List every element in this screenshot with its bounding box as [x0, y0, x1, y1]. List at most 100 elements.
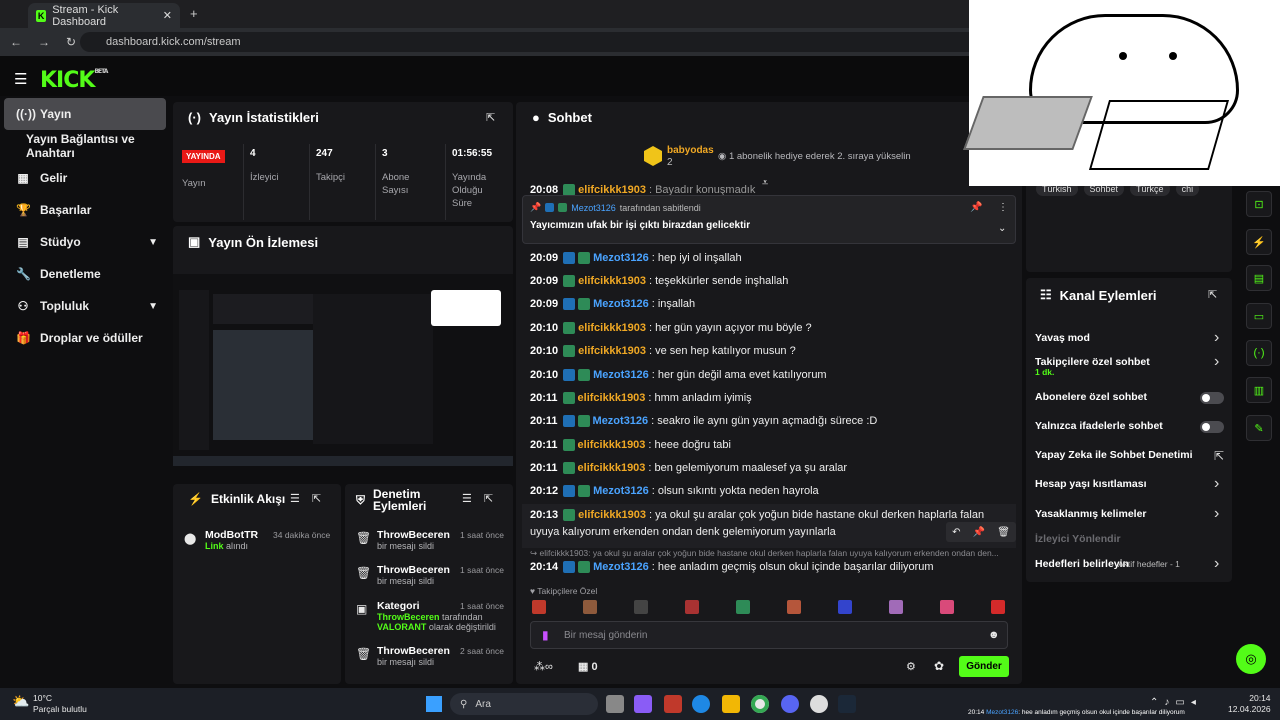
settings-icon[interactable]: ⚙ [906, 660, 916, 673]
taskbar-clock[interactable]: 20:14 12.04.2026 [1228, 693, 1271, 715]
chevron-right-icon[interactable]: › [1214, 555, 1219, 573]
store-points[interactable]: ▦ 0 [578, 660, 598, 673]
msg-time: 20:09 [530, 252, 559, 264]
gift-cta[interactable]: ◉ 1 abonelik hediye ederek 2. sıraya yük… [718, 151, 911, 162]
delete-icon[interactable]: 🗑 [997, 527, 1010, 538]
toggle-switch[interactable] [1200, 392, 1224, 404]
sidebar-item-topluluk[interactable]: ⚇ Topluluk ▼ [4, 290, 166, 322]
channel-action-item[interactable]: Yasaklanmış kelimeler [1035, 508, 1147, 520]
windows-start-icon[interactable] [426, 696, 442, 712]
popout-icon[interactable]: ⇱ [486, 111, 495, 124]
broadcast-icon[interactable]: (·) [1246, 340, 1272, 366]
emote-icon[interactable] [838, 600, 852, 614]
unpin-icon[interactable]: 📌 [970, 202, 982, 213]
tray-icons[interactable]: ⌃♪▭◂ [1150, 697, 1202, 708]
stat-live: YAYINDA Yayın [176, 144, 244, 220]
emote-icon[interactable] [736, 600, 750, 614]
more-icon[interactable]: ⋮ [998, 202, 1008, 213]
sidebar-item-basarilar[interactable]: 🏆 Başarılar [4, 194, 166, 226]
copilot-icon[interactable] [634, 695, 652, 713]
discord-icon[interactable] [781, 695, 799, 713]
channel-action-label: Hedefleri belirleyin [1035, 558, 1129, 570]
layout-icon[interactable]: ▥ [1246, 377, 1272, 403]
moderation-controls[interactable]: ☰⇱ [462, 492, 505, 505]
emote-picker-icon[interactable]: ✿ [934, 659, 944, 673]
support-icon[interactable]: ◎ [1236, 644, 1266, 674]
emote-icon[interactable] [685, 600, 699, 614]
taskview-icon[interactable] [606, 695, 624, 713]
browser-tab[interactable]: K Stream - Kick Dashboard ✕ [28, 3, 180, 28]
toggle-switch[interactable] [1200, 421, 1224, 433]
list-icon[interactable]: ▤ [1246, 265, 1272, 291]
channel-action-item[interactable]: Hedefleri belirleyin [1035, 558, 1129, 570]
bolt-icon[interactable]: ⚡ [1246, 229, 1272, 255]
emote-icon[interactable] [532, 600, 546, 614]
emote-icon[interactable] [940, 600, 954, 614]
channel-action-item[interactable]: Yavaş mod [1035, 332, 1090, 344]
chevron-right-icon[interactable]: › [1214, 505, 1219, 523]
msg-text: uyuya kalıyorum erkenden ondan denk gele… [530, 526, 836, 538]
channel-action-item[interactable]: Yapay Zeka ile Sohbet Denetimi [1035, 449, 1193, 461]
stat-value: 3 [382, 148, 388, 159]
chevron-down-icon[interactable]: ⌄ [998, 223, 1006, 234]
msg-user: Mezot3126 [593, 561, 649, 573]
msg-user: elifcikkk1903 [577, 462, 646, 474]
mod-item: ThrowBeceren bir mesajı sildi [377, 564, 450, 586]
sidebar-item-droplar[interactable]: 🎁 Droplar ve ödüller [4, 322, 166, 354]
sidebar-item-yayin[interactable]: ((·)) Yayın [4, 98, 166, 130]
kick-logo[interactable]: KICKBETA [40, 68, 108, 93]
video-icon: ▣ [188, 234, 201, 249]
emote-icon[interactable] [787, 600, 801, 614]
chat-icon[interactable]: ▭ [1246, 303, 1272, 329]
explorer-icon[interactable] [722, 695, 740, 713]
popout-icon[interactable]: ⇱ [1208, 288, 1217, 301]
chevron-right-icon[interactable]: › [1214, 353, 1219, 371]
obs-icon[interactable] [810, 695, 828, 713]
external-link-icon[interactable]: ⇱ [1214, 449, 1224, 463]
pinned-by: 📌 Mezot3126 tarafından sabitlendi [530, 202, 701, 213]
reload-icon[interactable]: ↻ [66, 35, 76, 49]
channel-action-item[interactable]: Hesap yaşı kısıtlaması [1035, 478, 1147, 490]
channel-action-label: Abonelere özel sohbet [1035, 391, 1148, 403]
new-tab-icon[interactable]: + [190, 6, 198, 21]
forward-icon[interactable]: → [38, 35, 50, 49]
sidebar-item-denetleme[interactable]: 🔧 Denetleme [4, 258, 166, 290]
close-tab-icon[interactable]: ✕ [163, 9, 172, 22]
chat-bubble-icon: ● [532, 110, 540, 125]
mod-badge-icon [562, 415, 575, 427]
chevron-right-icon[interactable]: › [1214, 475, 1219, 493]
mic-icon[interactable]: ▮ [542, 628, 549, 642]
sidebar-item-studyo[interactable]: ▤ Stüdyo ▼ [4, 226, 166, 258]
steam-icon[interactable] [838, 695, 856, 713]
sidebar-item-stream-key[interactable]: Yayın Bağlantısı ve Anahtarı [4, 130, 166, 162]
send-button[interactable]: Gönder [959, 656, 1009, 677]
emote-icon[interactable] [991, 600, 1005, 614]
channel-action-item[interactable]: Abonelere özel sohbet [1035, 391, 1147, 403]
menu-icon[interactable]: ☰ [14, 70, 27, 88]
pin-icon[interactable]: 📌 [973, 527, 985, 538]
activity-controls[interactable]: ☰⇱ [290, 492, 333, 505]
clip-icon[interactable]: ⊡ [1246, 191, 1272, 217]
wrench-icon[interactable]: ✎ [1246, 415, 1272, 441]
trash-icon: 🗑 [356, 531, 372, 545]
chrome-icon[interactable] [751, 695, 769, 713]
emote-icon[interactable] [634, 600, 648, 614]
reply-icon[interactable]: ↶ [952, 527, 960, 538]
stat-label: İzleyici [250, 172, 279, 183]
sidebar-item-label: Yayın [40, 107, 72, 121]
chevron-down-icon[interactable]: ⩡ [762, 177, 768, 190]
sidebar-item-gelir[interactable]: ▦ Gelir [4, 162, 166, 194]
taskbar-search[interactable]: ⚲ Ara [450, 693, 598, 715]
stream-preview-video[interactable] [173, 274, 513, 466]
points-icon[interactable]: ⁂∞ [534, 660, 553, 673]
weather-widget[interactable]: 10°C Parçalı bulutlu [33, 693, 87, 715]
app-icon[interactable] [664, 695, 682, 713]
edge-icon[interactable] [692, 695, 710, 713]
back-icon[interactable]: ← [10, 35, 22, 49]
emoji-icon[interactable]: ☻ [988, 629, 1000, 641]
chevron-right-icon[interactable]: › [1214, 329, 1219, 347]
channel-action-item[interactable]: Yalnızca ifadelerle sohbet [1035, 420, 1163, 432]
emote-icon[interactable] [889, 600, 903, 614]
emote-icon[interactable] [583, 600, 597, 614]
msg-text: hee anladım geçmiş olsun okul içinde baş… [657, 561, 934, 573]
